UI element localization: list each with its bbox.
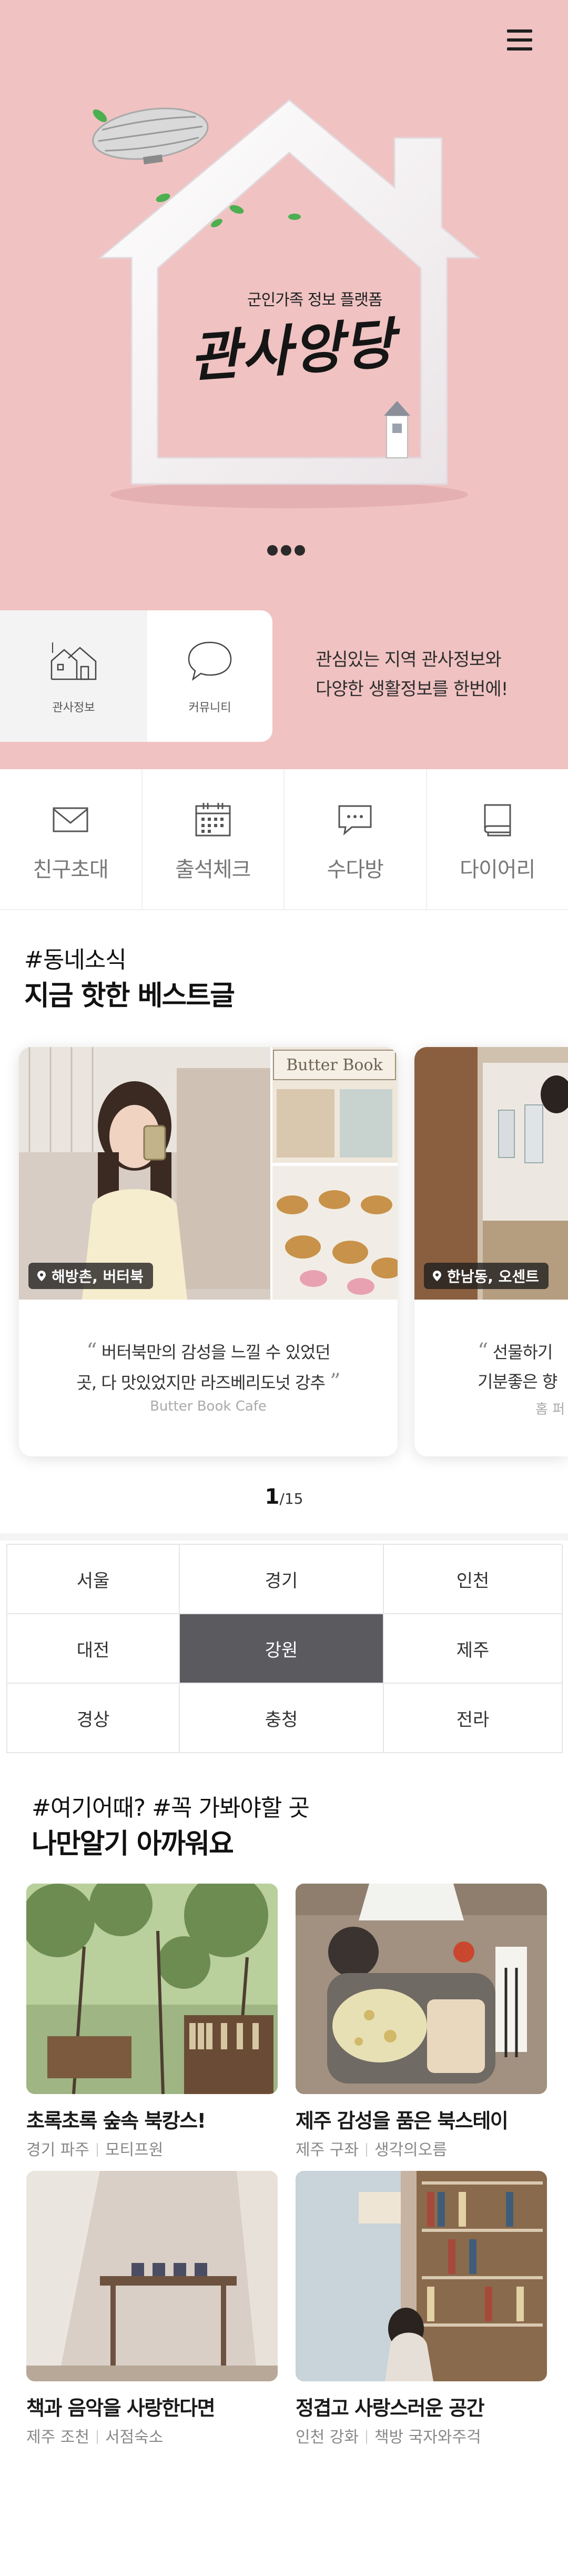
region-gyeongsang[interactable]: 경상 (7, 1684, 180, 1753)
region-incheon[interactable]: 인천 (384, 1545, 563, 1614)
chat-icon (338, 805, 372, 836)
quote-line: 곳, 다 맛있었지만 라즈베리도넛 강추 (76, 1373, 325, 1393)
post-source: Butter Book Cafe (150, 1398, 267, 1414)
quick-diary[interactable]: 다이어리 (427, 769, 568, 910)
speech-bubble-icon (188, 641, 232, 681)
region-chungcheong[interactable]: 충청 (180, 1684, 384, 1753)
place-photo (296, 1884, 547, 2094)
hero-banner: 군인가족 정보 플랫폼 관사앙당 관사정보 커뮤니티 관심있는 지역 관사정보와… (0, 0, 568, 769)
place-name: 모티프원 (105, 2141, 164, 2159)
post-photo: 한남동, 오센트 (414, 1047, 568, 1300)
carousel-dots[interactable] (267, 545, 315, 557)
service-label: 커뮤니티 (188, 701, 231, 715)
quick-chat-room[interactable]: 수다방 (285, 769, 427, 910)
place-title: 책과 음악을 사랑한다면 (26, 2397, 216, 2420)
butter-book-sign: Butter Book (286, 1056, 383, 1074)
region-grid: 서울 경기 인천 대전 강원 제주 경상 충청 전라 (6, 1544, 563, 1753)
post-quote: “ 선물하기 기분좋은 향 (478, 1336, 568, 1396)
place-card[interactable]: 제주 감성을 품은 북스테이 제주 구좌 생각의오름 (296, 1884, 547, 2160)
location-pin-icon (433, 1271, 441, 1281)
envelope-icon (53, 807, 88, 832)
best-section-title: 지금 핫한 베스트글 (24, 980, 235, 1012)
quote-line: 기분좋은 향 (478, 1372, 557, 1392)
hero-description-line: 관심있는 지역 관사정보와 (316, 649, 502, 670)
place-meta: 제주 구좌 생각의오름 (296, 2137, 547, 2160)
location-text: 한남동, 오센트 (447, 1268, 539, 1285)
quick-invite-friend[interactable]: 친구초대 (0, 769, 143, 910)
place-meta: 제주 조천 서점숙소 (26, 2424, 278, 2447)
place-card[interactable]: 초록초록 숲속 북캉스! 경기 파주 모티프원 (26, 1884, 278, 2160)
place-region: 제주 구좌 (296, 2141, 359, 2159)
service-label: 관사정보 (52, 701, 95, 715)
place-region: 인천 강화 (296, 2428, 359, 2447)
region-gyeonggi[interactable]: 경기 (180, 1545, 384, 1614)
house-icon (50, 642, 97, 680)
region-gangwon[interactable]: 강원 (180, 1614, 384, 1684)
place-card[interactable]: 책과 음악을 사랑한다면 제주 조천 서점숙소 (26, 2171, 278, 2447)
quote-line: 선물하기 (492, 1342, 553, 1362)
places-section-title: 나만알기 아까워요 (32, 1828, 234, 1860)
hamburger-menu-icon[interactable] (505, 27, 534, 53)
places-section-tag: #여기어때? #꼭 가봐야할 곳 (32, 1795, 310, 1822)
pager-current: 1 (265, 1485, 280, 1509)
place-region: 경기 파주 (26, 2141, 89, 2159)
place-name: 서점숙소 (105, 2428, 164, 2447)
hero-logo: 관사앙당 (187, 310, 398, 390)
book-icon (484, 804, 511, 837)
place-photo (296, 2171, 547, 2381)
open-quote-icon: “ (86, 1339, 97, 1363)
best-post-card[interactable]: Butter Book 해방촌, 버터북 “ 버터북만의 감성을 느낄 수 있었… (19, 1047, 398, 1456)
quick-attendance-check[interactable]: 출석체크 (143, 769, 285, 910)
place-card[interactable]: 정겹고 사랑스러운 공간 인천 강화 책방 국자와주걱 (296, 2171, 547, 2447)
quick-menu: 친구초대 출석체크 수다방 다이어리 (0, 769, 568, 910)
post-photo: Butter Book 해방촌, 버터북 (19, 1047, 398, 1300)
service-community-button[interactable]: 커뮤니티 (147, 610, 272, 742)
calendar-icon (195, 803, 231, 837)
place-name: 생각의오름 (374, 2141, 447, 2159)
place-title: 정겹고 사랑스러운 공간 (296, 2397, 485, 2420)
region-jeolla[interactable]: 전라 (384, 1684, 563, 1753)
location-badge: 해방촌, 버터북 (28, 1263, 153, 1289)
region-seoul[interactable]: 서울 (7, 1545, 180, 1614)
place-region: 제주 조천 (26, 2428, 89, 2447)
location-text: 해방촌, 버터북 (52, 1268, 144, 1285)
section-divider (0, 1533, 568, 1541)
post-source: 홈 퍼 (535, 1402, 565, 1417)
hero-description-line: 다양한 생활정보를 한번에! (316, 679, 508, 700)
quick-label: 출석체크 (175, 858, 251, 882)
quote-line: 버터북만의 감성을 느낄 수 있었던 (101, 1342, 331, 1362)
post-quote: “ 버터북만의 감성을 느낄 수 있었던 곳, 다 맛있었지만 라즈베리도넛 강… (40, 1336, 377, 1397)
quick-label: 다이어리 (460, 858, 535, 882)
location-badge: 한남동, 오센트 (424, 1263, 549, 1289)
service-card: 관사정보 커뮤니티 (0, 610, 272, 742)
pager-total: /15 (279, 1490, 303, 1507)
open-quote-icon: “ (478, 1339, 488, 1363)
place-meta: 인천 강화 책방 국자와주걱 (296, 2424, 547, 2447)
close-quote-icon: ” (330, 1370, 340, 1394)
service-housing-button[interactable]: 관사정보 (0, 610, 147, 742)
place-title: 초록초록 숲속 북캉스! (26, 2109, 206, 2132)
region-daejeon[interactable]: 대전 (7, 1614, 180, 1684)
place-photo (26, 1884, 278, 2094)
quick-label: 수다방 (327, 858, 384, 882)
best-section-tag: #동네소식 (24, 947, 127, 973)
place-title: 제주 감성을 품은 북스테이 (296, 2109, 509, 2132)
place-meta: 경기 파주 모티프원 (26, 2137, 278, 2160)
carousel-pager: 1/15 (258, 1485, 310, 1509)
best-post-card[interactable]: 한남동, 오센트 “ 선물하기 기분좋은 향 홈 퍼 (414, 1047, 568, 1456)
quick-label: 친구초대 (33, 858, 109, 882)
place-name: 책방 국자와주걱 (374, 2428, 481, 2447)
location-pin-icon (37, 1271, 46, 1281)
hero-description: 관심있는 지역 관사정보와 다양한 생활정보를 한번에! (316, 645, 536, 704)
region-jeju[interactable]: 제주 (384, 1614, 563, 1684)
place-photo (26, 2171, 278, 2381)
